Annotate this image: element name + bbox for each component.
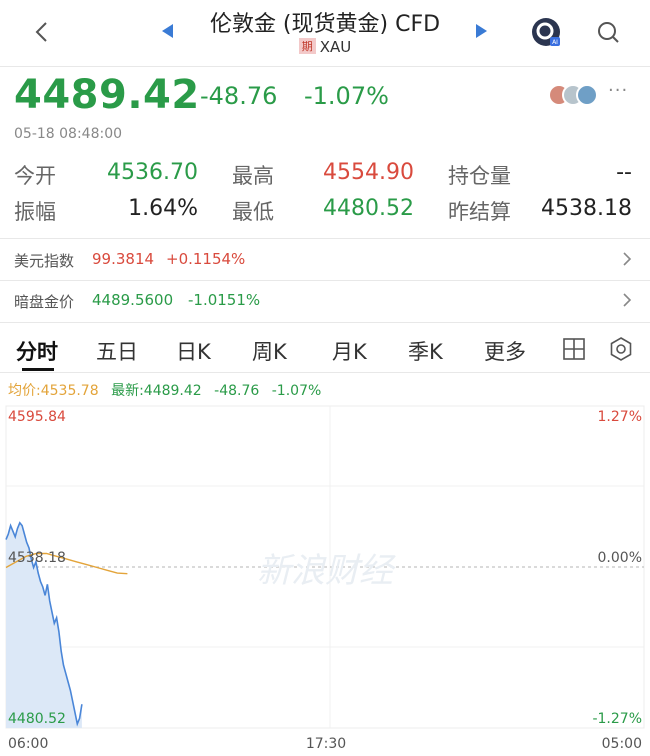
layout-grid-icon[interactable] [563,338,585,360]
pct-axis-mid-label: 0.00% [598,550,642,566]
y-axis-min-label: 4480.52 [8,711,66,727]
period-tabs: 分时 五日 日K 周K 月K 季K 更多 [0,326,650,372]
top-bar: 伦敦金 (现货黄金) CFD 期 XAU AI [0,0,650,66]
dark-pool-gold-change: -1.0151% [188,291,261,309]
high-value: 4554.90 [323,160,414,185]
tab-quarterly-k[interactable]: 季K [408,336,443,366]
tab-weekly-k[interactable]: 周K [252,336,287,366]
dollar-index-row[interactable]: 美元指数 99.3814 +0.1154% [0,240,650,280]
open-value: 4536.70 [107,160,198,185]
more-menu-icon[interactable]: ··· [608,80,628,101]
pct-axis-min-label: -1.27% [592,711,642,727]
tab-monthly-k[interactable]: 月K [332,336,367,366]
dark-pool-gold-value: 4489.5600 [92,291,174,309]
price-change-pct: -1.07% [304,82,389,110]
symbol-subtitle: 期 XAU [180,38,470,56]
amplitude-label: 振幅 [14,200,56,224]
search-icon[interactable] [596,20,620,44]
open-interest-value: -- [616,160,632,185]
watermark: 新浪财经 [257,551,396,591]
header-divider [0,66,650,67]
legend-change: -48.76 [214,383,260,399]
prev-settle-label: 昨结算 [448,200,511,224]
y-axis-max-label: 4595.84 [8,409,66,425]
settings-icon[interactable] [608,336,634,362]
next-symbol-icon[interactable] [476,24,487,38]
open-label: 今开 [14,164,56,188]
intraday-chart[interactable]: 新浪财经 4595.84 4538.18 4480.52 1.27% 0.00%… [0,400,650,756]
community-avatars[interactable] [548,84,604,106]
x-tick-end: 05:00 [602,736,642,752]
avatar [576,84,598,106]
chevron-right-icon [623,293,632,307]
latest-price-legend: 最新:4489.42 [111,383,202,399]
futures-badge: 期 [298,38,316,54]
y-axis-mid-label: 4538.18 [8,550,66,566]
svg-text:AI: AI [552,39,558,46]
pct-axis-max-label: 1.27% [598,409,642,425]
high-label: 最高 [232,164,274,188]
stats-divider [0,238,650,239]
dollar-index-value: 99.3814 [92,250,155,268]
price-change: -48.76 [200,82,278,110]
chart-legend: 均价:4535.78 最新:4489.42 -48.76 -1.07% [8,380,321,400]
amplitude-value: 1.64% [128,196,198,221]
tab-more[interactable]: 更多 [484,336,526,366]
chevron-right-icon [623,252,632,266]
legend-change-pct: -1.07% [271,383,322,399]
previous-symbol-icon[interactable] [162,24,173,38]
low-value: 4480.52 [323,196,414,221]
avg-price-legend: 均价:4535.78 [8,383,99,399]
dollar-index-label: 美元指数 [14,252,75,270]
dark-pool-gold-label: 暗盘金价 [14,293,75,311]
tab-intraday[interactable]: 分时 [16,336,58,366]
quote-timestamp: 05-18 08:48:00 [14,126,123,142]
x-tick-start: 06:00 [8,736,48,752]
symbol-code: XAU [319,38,352,56]
low-label: 最低 [232,200,274,224]
tab-five-day[interactable]: 五日 [96,336,138,366]
prev-settle-value: 4538.18 [541,196,632,221]
last-price: 4489.42 [14,72,200,118]
active-tab-indicator [22,368,54,371]
tab-daily-k[interactable]: 日K [176,336,211,366]
back-arrow-icon[interactable] [30,20,54,44]
ai-assistant-icon[interactable]: AI [530,16,562,48]
dollar-index-change: +0.1154% [166,250,246,268]
page-title: 伦敦金 (现货黄金) CFD [209,12,441,37]
row-divider [0,322,650,323]
open-interest-label: 持仓量 [448,164,511,188]
x-tick-mid: 17:30 [306,736,346,752]
tabs-divider [0,372,650,373]
dark-pool-gold-row[interactable]: 暗盘金价 4489.5600 -1.0151% [0,281,650,321]
